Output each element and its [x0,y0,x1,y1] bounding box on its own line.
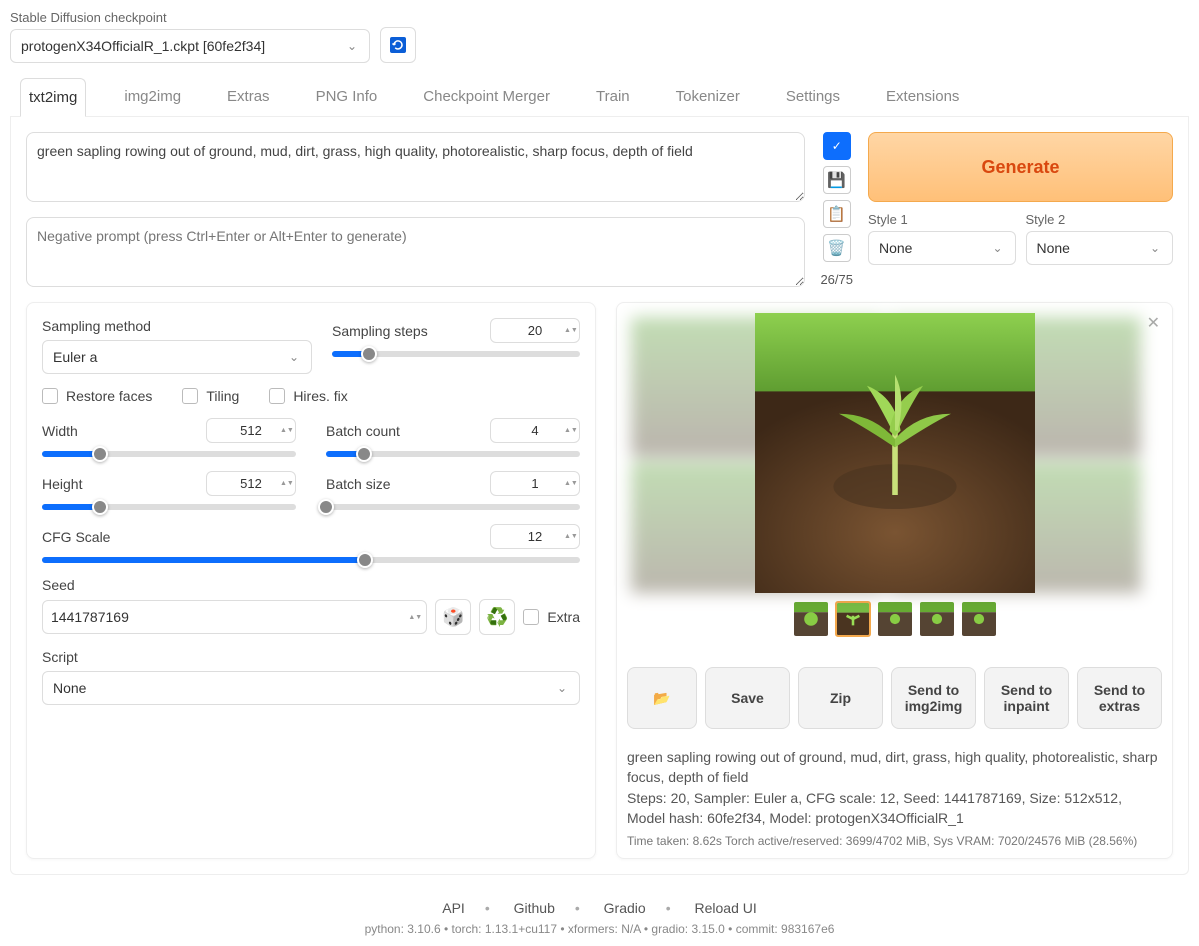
tiling-checkbox[interactable] [182,388,198,404]
chevron-down-icon: ⌄ [1150,241,1160,255]
thumbnail-4[interactable] [961,601,997,637]
checkpoint-value: protogenX34OfficialR_1.ckpt [60fe2f34] [21,38,265,54]
checkpoint-label: Stable Diffusion checkpoint [10,10,370,25]
sampling-steps-slider[interactable] [332,351,580,357]
height-slider[interactable] [42,504,296,510]
tab-extras[interactable]: Extras [219,78,278,116]
result-prompt: green sapling rowing out of ground, mud,… [627,747,1162,788]
footer-versions: python: 3.10.6 • torch: 1.13.1+cu117 • x… [10,922,1189,936]
seed-label: Seed [42,577,580,593]
checkpoint-dropdown[interactable]: protogenX34OfficialR_1.ckpt [60fe2f34] ⌄ [10,29,370,63]
height-label: Height [42,476,82,492]
thumbnail-2[interactable] [877,601,913,637]
width-label: Width [42,423,78,439]
spinner-icon[interactable]: ▲▼ [564,421,576,440]
refresh-icon [388,35,408,55]
tab-extensions[interactable]: Extensions [878,78,967,116]
clear-prompt-button[interactable]: 🗑️ [823,234,851,262]
batch-size-input[interactable]: 1▲▼ [490,471,580,496]
batch-count-slider[interactable] [326,451,580,457]
interrogate-button[interactable]: ✓ [823,132,851,160]
tab-img2img[interactable]: img2img [116,78,189,116]
time-info: Time taken: 8.62s Torch active/reserved:… [627,834,1162,848]
sampling-steps-input[interactable]: 20▲▼ [490,318,580,343]
footer-link-api[interactable]: API [442,900,465,916]
spinner-icon[interactable]: ▲▼ [564,474,576,493]
extra-seed-checkbox[interactable] [523,609,539,625]
reuse-seed-button[interactable]: ♻️ [479,599,515,635]
sampling-steps-label: Sampling steps [332,323,428,339]
recycle-icon: ♻️ [486,607,508,628]
random-seed-button[interactable]: 🎲 [435,599,471,635]
width-slider[interactable] [42,451,296,457]
thumbnail-1[interactable] [835,601,871,637]
footer-link-github[interactable]: Github [514,900,555,916]
thumbnail-0[interactable] [793,601,829,637]
refresh-checkpoint-button[interactable] [380,27,416,63]
style1-dropdown[interactable]: None⌄ [868,231,1016,265]
style2-dropdown[interactable]: None⌄ [1026,231,1174,265]
tab-pnginfo[interactable]: PNG Info [308,78,386,116]
open-folder-button[interactable]: 📂 [627,667,697,729]
tiling-label: Tiling [206,388,239,404]
prompt-input[interactable]: green sapling rowing out of ground, mud,… [26,132,805,202]
paste-button[interactable]: 📋 [823,200,851,228]
dice-icon: 🎲 [442,607,464,628]
result-params: Steps: 20, Sampler: Euler a, CFG scale: … [627,788,1162,829]
spinner-icon[interactable]: ▲▼ [408,603,420,631]
cfg-label: CFG Scale [42,529,110,545]
negative-prompt-input[interactable] [26,217,805,287]
batch-count-input[interactable]: 4▲▼ [490,418,580,443]
sampling-method-dropdown[interactable]: Euler a⌄ [42,340,312,374]
hiresfix-checkbox[interactable] [269,388,285,404]
output-image[interactable] [755,313,1035,593]
extra-label: Extra [547,609,580,625]
save-prompt-button[interactable]: 💾 [823,166,851,194]
zip-button[interactable]: Zip [798,667,883,729]
footer-links: API• Github• Gradio• Reload UI [10,900,1189,916]
generate-button[interactable]: Generate [868,132,1173,202]
script-label: Script [42,649,580,665]
sampling-method-label: Sampling method [42,318,312,334]
thumbnail-3[interactable] [919,601,955,637]
tab-tokenizer[interactable]: Tokenizer [668,78,748,116]
tab-txt2img[interactable]: txt2img [20,78,86,117]
generation-info: green sapling rowing out of ground, mud,… [627,747,1162,828]
spinner-icon[interactable]: ▲▼ [280,474,292,493]
chevron-down-icon: ⌄ [992,241,1002,255]
token-counter: 26/75 [820,272,853,287]
restore-faces-checkbox[interactable] [42,388,58,404]
cfg-input[interactable]: 12▲▼ [490,524,580,549]
style1-label: Style 1 [868,212,1016,227]
tab-checkpoint-merger[interactable]: Checkpoint Merger [415,78,558,116]
thumbnail-row [627,601,1162,637]
spinner-icon[interactable]: ▲▼ [564,321,576,340]
cfg-slider[interactable] [42,557,580,563]
chevron-down-icon: ⌄ [557,681,567,695]
batch-size-label: Batch size [326,476,391,492]
save-button[interactable]: Save [705,667,790,729]
seed-input[interactable]: 1441787169▲▼ [42,600,427,634]
script-dropdown[interactable]: None⌄ [42,671,580,705]
footer-link-reload[interactable]: Reload UI [694,900,756,916]
send-to-extras-button[interactable]: Send to extras [1077,667,1162,729]
tab-settings[interactable]: Settings [778,78,848,116]
restore-faces-label: Restore faces [66,388,152,404]
main-tabs: txt2img img2img Extras PNG Info Checkpoi… [10,78,1189,117]
height-input[interactable]: 512▲▼ [206,471,296,496]
spinner-icon[interactable]: ▲▼ [280,421,292,440]
batch-size-slider[interactable] [326,504,580,510]
style2-label: Style 2 [1026,212,1174,227]
spinner-icon[interactable]: ▲▼ [564,527,576,546]
batch-count-label: Batch count [326,423,400,439]
hiresfix-label: Hires. fix [293,388,347,404]
chevron-down-icon: ⌄ [289,350,299,364]
footer-link-gradio[interactable]: Gradio [604,900,646,916]
chevron-down-icon: ⌄ [347,39,357,53]
send-to-img2img-button[interactable]: Send to img2img [891,667,976,729]
folder-icon: 📂 [653,690,670,707]
width-input[interactable]: 512▲▼ [206,418,296,443]
tab-train[interactable]: Train [588,78,638,116]
send-to-inpaint-button[interactable]: Send to inpaint [984,667,1069,729]
